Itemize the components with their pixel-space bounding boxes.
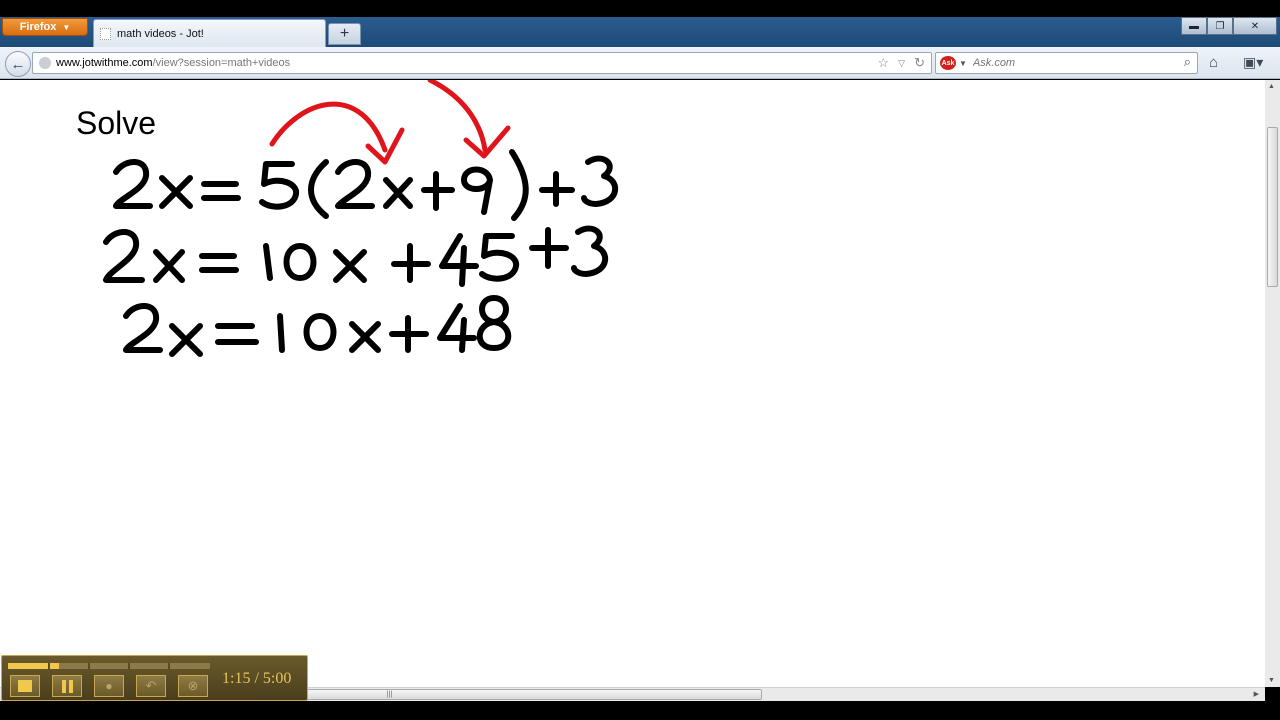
scroll-up-icon[interactable]: ▲	[1268, 83, 1275, 90]
recording-progress-fill	[8, 663, 59, 669]
reload-icon[interactable]: ↻	[914, 55, 925, 71]
new-tab-icon: +	[339, 25, 350, 42]
search-icon[interactable]: ⌕	[1184, 54, 1191, 70]
arrow-head-9	[463, 125, 511, 159]
progress-tick	[48, 663, 50, 669]
screen-recorder-widget: ● ↶ ⊗ 1:15 / 5:00	[1, 655, 308, 701]
handwriting-layer	[103, 80, 618, 357]
bookmark-star-icon[interactable]: ☆	[878, 55, 890, 71]
search-input[interactable]	[972, 57, 1183, 69]
progress-tick	[128, 663, 130, 669]
tab-strip: Firefox ▼ math videos - Jot! +	[0, 17, 1280, 47]
close-icon: ✕	[1250, 20, 1260, 32]
url-path: /view?session=math+videos	[152, 57, 291, 69]
equation-line-1	[113, 149, 618, 221]
pause-icon	[61, 679, 73, 693]
tab-math-videos[interactable]: math videos - Jot!	[93, 19, 326, 47]
caret-down-icon: ▼	[62, 22, 71, 32]
vertical-scroll-thumb[interactable]	[1267, 127, 1278, 287]
new-tab-button[interactable]: +	[328, 23, 361, 45]
search-bar[interactable]: Ask ▼ ⌕	[935, 52, 1198, 74]
firefox-menu-label: Firefox	[19, 21, 57, 33]
cancel-icon: ⊗	[187, 678, 199, 693]
history-dropdown-icon[interactable]: ▽	[898, 55, 905, 71]
close-window-button[interactable]: ✕	[1233, 17, 1277, 35]
cancel-button[interactable]: ⊗	[178, 675, 208, 697]
site-identity-icon[interactable]	[39, 57, 51, 69]
arrow-to-9	[427, 80, 488, 153]
navigation-toolbar: ← www.jotwithme.com /view?session=math+v…	[0, 47, 1280, 79]
recording-time: 1:15 / 5:00	[222, 670, 292, 687]
tab-title: math videos - Jot!	[117, 27, 204, 40]
screen-bottom-edge	[0, 701, 1280, 720]
firefox-menu-button[interactable]: Firefox ▼	[2, 18, 88, 36]
engine-dropdown-icon[interactable]: ▼	[959, 59, 967, 68]
stop-button[interactable]	[10, 675, 40, 697]
equation-line-2	[103, 225, 608, 287]
ask-engine-icon[interactable]: Ask	[940, 56, 956, 70]
back-arrow-icon: ←	[10, 55, 26, 73]
minimize-button[interactable]: ▬	[1181, 17, 1207, 35]
undo-icon: ↶	[145, 678, 157, 693]
vertical-scrollbar[interactable]: ▲ ▼	[1265, 80, 1280, 687]
microphone-icon: ●	[105, 679, 113, 693]
distribution-arrows	[269, 80, 511, 165]
home-icon[interactable]: ⌂	[1209, 54, 1218, 71]
bookmarks-menu-icon[interactable]: ▣▾	[1243, 54, 1263, 71]
restore-icon: ❐	[1215, 20, 1225, 32]
stop-icon	[18, 680, 32, 692]
progress-tick	[168, 663, 170, 669]
scroll-right-icon[interactable]: ▶	[1254, 690, 1259, 698]
restore-button[interactable]: ❐	[1207, 17, 1233, 35]
whiteboard-canvas[interactable]: Solve	[0, 80, 1265, 687]
minimize-icon: ▬	[1189, 20, 1199, 32]
url-host: www.jotwithme.com	[56, 57, 153, 69]
recording-progress-bar[interactable]	[8, 663, 210, 669]
undo-button[interactable]: ↶	[136, 675, 166, 697]
equation-line-3	[123, 295, 512, 357]
progress-tick	[88, 663, 90, 669]
back-button[interactable]: ←	[5, 51, 31, 77]
address-bar[interactable]: www.jotwithme.com /view?session=math+vid…	[32, 52, 932, 74]
arrow-to-2x	[269, 101, 388, 153]
microphone-button[interactable]: ●	[94, 675, 124, 697]
pause-button[interactable]	[52, 675, 82, 697]
scroll-down-icon[interactable]: ▼	[1268, 677, 1275, 684]
page-favicon-icon	[100, 27, 111, 40]
